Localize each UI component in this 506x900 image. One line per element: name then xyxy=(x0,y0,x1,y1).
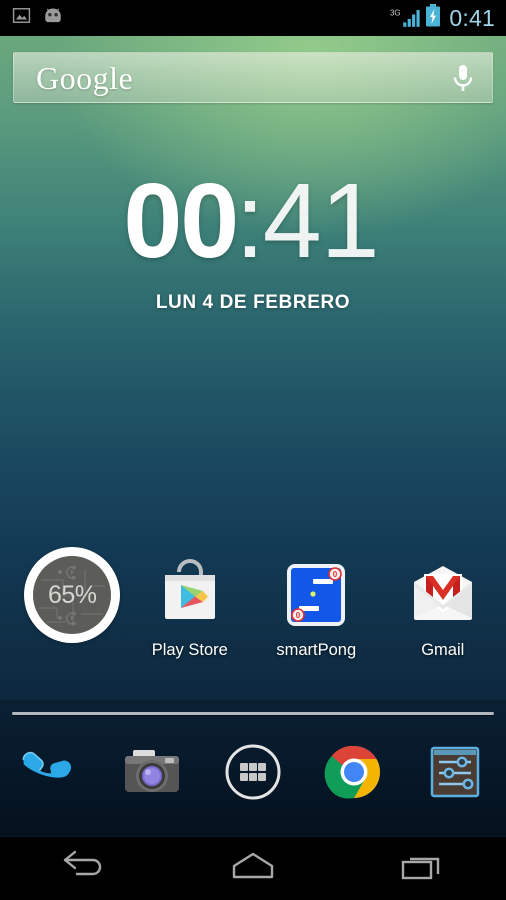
screenshot-image-icon xyxy=(12,6,31,30)
app-label-smartpong: smartPong xyxy=(276,641,357,659)
home-pentagon-icon[interactable] xyxy=(230,850,276,887)
clock-widget[interactable]: 00:41 LUN 4 DE FEBRERO xyxy=(0,168,506,314)
microphone-icon[interactable] xyxy=(448,61,478,95)
status-bar-system-icons[interactable]: 3G 0:41 xyxy=(390,4,498,32)
dock-item-settings[interactable] xyxy=(405,735,506,809)
app-cell-play-store[interactable]: Play Store xyxy=(127,556,254,660)
svg-text:0: 0 xyxy=(333,570,338,579)
battery-circle-widget[interactable]: 65% xyxy=(24,547,121,643)
battery-charging-icon xyxy=(425,4,441,32)
home-app-grid: 65% Play Store 0 0 smartPong Gmail xyxy=(0,547,506,660)
dock xyxy=(0,735,506,809)
android-home-screen: 3G 0:41 Google 00:41 LUN 4 DE FEBRERO 65… xyxy=(0,0,506,900)
dock-item-phone[interactable] xyxy=(0,735,101,809)
battery-percent-label: 65% xyxy=(47,580,97,609)
android-droid-icon xyxy=(42,7,64,29)
app-cell-smartpong[interactable]: 0 0 smartPong xyxy=(253,556,380,660)
dock-item-camera[interactable] xyxy=(101,735,202,809)
clock-time: 00:41 xyxy=(0,168,506,274)
status-bar[interactable]: 3G 0:41 xyxy=(0,0,506,36)
clock-separator: : xyxy=(235,162,265,280)
google-logo-text: Google xyxy=(36,59,134,96)
chrome-icon[interactable] xyxy=(317,735,391,809)
app-cell-gmail[interactable]: Gmail xyxy=(380,556,506,660)
play-store-icon[interactable] xyxy=(151,556,229,634)
nav-button-recents[interactable] xyxy=(337,836,506,900)
phone-handset-icon[interactable] xyxy=(14,735,88,809)
nav-button-back[interactable] xyxy=(0,836,169,900)
signal-bars-icon: 3G xyxy=(390,7,421,29)
back-arrow-icon[interactable] xyxy=(59,849,109,888)
gmail-icon[interactable] xyxy=(404,556,482,634)
dock-item-chrome[interactable] xyxy=(304,735,405,809)
clock-date: LUN 4 DE FEBRERO xyxy=(155,292,351,313)
app-label-play-store: Play Store xyxy=(151,641,228,659)
svg-text:0: 0 xyxy=(296,611,301,620)
navigation-bar xyxy=(0,836,506,900)
app-cell-battery-widget[interactable]: 65% xyxy=(0,547,127,660)
clock-hours: 00 xyxy=(123,162,239,280)
status-bar-notifications[interactable] xyxy=(12,6,64,30)
svg-text:3G: 3G xyxy=(390,8,401,17)
recent-apps-icon[interactable] xyxy=(399,850,445,887)
app-label-gmail: Gmail xyxy=(421,641,465,659)
status-bar-clock: 0:41 xyxy=(449,4,495,31)
dock-divider xyxy=(12,712,494,715)
camera-icon[interactable] xyxy=(115,735,189,809)
dock-item-app-drawer[interactable] xyxy=(202,735,303,809)
smartpong-icon[interactable]: 0 0 xyxy=(277,556,355,634)
nav-bar-divider xyxy=(0,836,506,837)
nav-button-home[interactable] xyxy=(169,836,338,900)
google-search-bar[interactable]: Google xyxy=(13,52,493,103)
app-drawer-icon[interactable] xyxy=(216,735,290,809)
clock-minutes: 41 xyxy=(262,162,380,280)
settings-sliders-icon[interactable] xyxy=(418,735,492,809)
